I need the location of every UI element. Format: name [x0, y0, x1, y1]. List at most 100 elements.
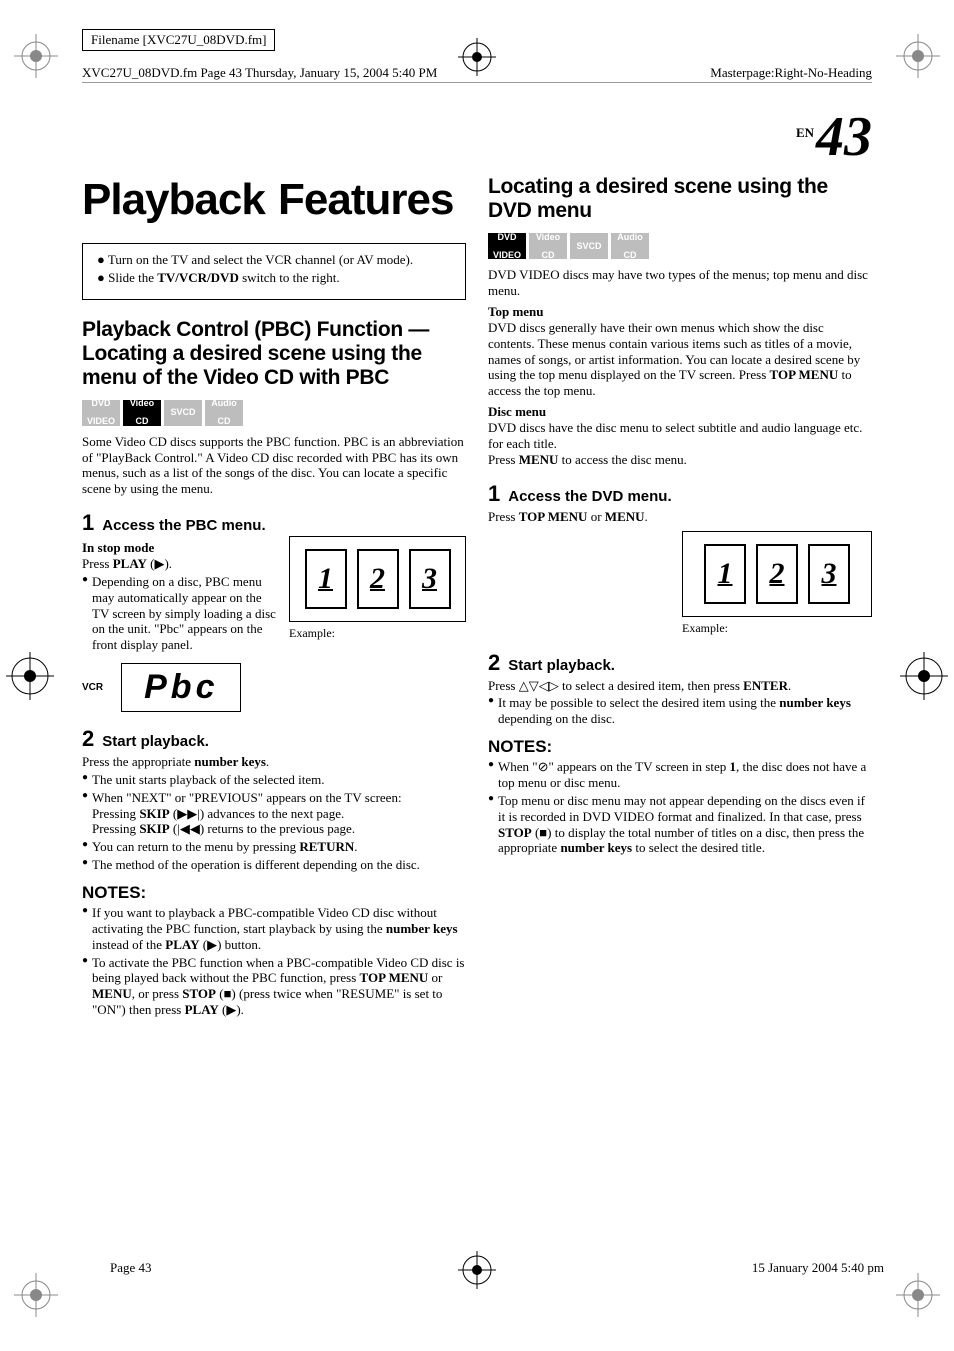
badge-dvd-l2: VIDEO [87, 417, 115, 426]
scene1-num: 1 [318, 562, 333, 596]
filename-text: Filename [XVC27U_08DVD.fm] [91, 32, 266, 47]
badge-audio-cd: Audio CD [205, 400, 243, 426]
badge-audio-cd-r: AudioCD [611, 233, 649, 259]
pbc-s1-press: Press PLAY (▶). [82, 556, 277, 572]
badge-acd-l2: CD [211, 417, 237, 426]
dvd-badges: DVDVIDEO VideoCD SVCD AudioCD [488, 233, 872, 259]
lcd-display: Pbc [121, 663, 241, 712]
pbc-example-caption: Example: [289, 626, 466, 641]
left-column: Playback Features Turn on the TV and sel… [82, 175, 466, 1018]
top-menu-header: Top menu [488, 304, 872, 320]
dvd-section-title: Locating a desired scene using the DVD m… [488, 175, 872, 223]
footer-date: 15 January 2004 5:40 pm [752, 1260, 884, 1276]
dvd-s1-e: . [645, 509, 648, 524]
dvd-s2-press: Press △▽◁▷ to select a desired item, the… [488, 678, 872, 694]
pbc-notes-header: NOTES: [82, 883, 466, 903]
intro-b2b: TV/VCR/DVD [157, 270, 239, 285]
intro-b2a: Slide the [108, 270, 157, 285]
pbc-s2-b2: When "NEXT" or "PREVIOUS" appears on the… [82, 790, 466, 806]
dvd-n2b: STOP [498, 825, 532, 840]
dvd-step-1: 1 Access the DVD menu. [488, 481, 872, 507]
disc-menu-p2: Press MENU to access the disc menu. [488, 452, 872, 468]
pbc-s2-b2a-c: (▶▶|) advances to the next page. [170, 806, 345, 821]
badge-dvd-l1: DVD [87, 399, 115, 408]
badge-vcd-l2: CD [130, 417, 154, 426]
pbc-n2i: (▶). [219, 1002, 244, 1017]
masterpage-text: Masterpage:Right-No-Heading [710, 65, 872, 81]
dvd-s2-b: ENTER [743, 678, 788, 693]
dvd-s2-b1: It may be possible to select the desired… [488, 695, 872, 727]
scene-1: 1 [305, 549, 347, 609]
badge-svcd: SVCD [164, 400, 202, 426]
pbc-n1b: number keys [386, 921, 458, 936]
dvd-scene2-num: 2 [770, 557, 785, 591]
dvd-s2-b1b: number keys [779, 695, 851, 710]
dvd-top-b: TOP MENU [770, 367, 839, 382]
dvd-s1-a: Press [488, 509, 519, 524]
dvd-disc-p2a: Press [488, 452, 519, 467]
pbc-note-1: If you want to playback a PBC-compatible… [82, 905, 466, 953]
pbc-s2-b2b-b: SKIP [139, 821, 169, 836]
dvd-scene-3: 3 [808, 544, 850, 604]
intro-bullet-1: Turn on the TV and select the VCR channe… [97, 252, 451, 268]
step2-title: Start playback. [102, 733, 209, 750]
intro-b1-text: Turn on the TV and select the VCR channe… [108, 252, 413, 267]
lcd-row: VCR Pbc [82, 663, 466, 712]
right-column: Locating a desired scene using the DVD m… [488, 175, 872, 1018]
dvd-scene3-num: 3 [822, 557, 837, 591]
step1-num: 1 [82, 510, 94, 536]
dvd-disc-p2c: to access the disc menu. [558, 452, 687, 467]
dvd-step-2: 2 Start playback. [488, 650, 872, 676]
pbc-s2-press-a: Press the appropriate [82, 754, 194, 769]
dvd-scene-1: 1 [704, 544, 746, 604]
pbc-s2-b2b-a: Pressing [92, 821, 139, 836]
badge-video-cd: Video CD [123, 400, 161, 426]
scene-2: 2 [357, 549, 399, 609]
dvd-s1-d: MENU [605, 509, 645, 524]
pbc-badges: DVD VIDEO Video CD SVCD Audio CD [82, 400, 466, 426]
pbc-n2c: or [428, 970, 442, 985]
dvd-disc-p2b: MENU [519, 452, 559, 467]
pbc-s2-press: Press the appropriate number keys. [82, 754, 466, 770]
pbc-example-box: 1 2 3 [289, 536, 466, 622]
pbc-s2-b2b: Pressing SKIP (|◀◀) returns to the previ… [82, 821, 466, 837]
pbc-n2e: , or press [132, 986, 183, 1001]
dvd-notes-header: NOTES: [488, 737, 872, 757]
dvd-step1-num: 1 [488, 481, 500, 507]
badge-vcd-l1: Video [130, 399, 154, 408]
crop-mark-bl [14, 1273, 58, 1317]
intro-box: Turn on the TV and select the VCR channe… [82, 243, 466, 300]
dvd-n2d: number keys [560, 840, 632, 855]
pbc-step-2: 2 Start playback. [82, 726, 466, 752]
footer-page: Page 43 [110, 1260, 152, 1276]
badge-dvd-video-r: DVDVIDEO [488, 233, 526, 259]
file-header-line: XVC27U_08DVD.fm Page 43 Thursday, Januar… [82, 65, 872, 83]
main-title: Playback Features [82, 175, 466, 225]
dvd-n1a: When "⊘" appears on the TV screen in ste… [498, 759, 730, 774]
step2-num: 2 [82, 726, 94, 752]
pbc-desc: Some Video CD discs supports the PBC fun… [82, 434, 466, 496]
lcd-label: VCR [82, 682, 103, 693]
dvd-s1-press: Press TOP MENU or MENU. [488, 509, 872, 525]
dvd-desc: DVD VIDEO discs may have two types of th… [488, 267, 872, 298]
dvd-example-box: 1 2 3 [682, 531, 872, 617]
registration-left [6, 652, 54, 700]
scene-3: 3 [409, 549, 451, 609]
dvd-s2-b1a: It may be possible to select the desired… [498, 695, 779, 710]
badge-svcd-r-text: SVCD [576, 242, 601, 251]
badge-video-cd-r: VideoCD [529, 233, 567, 259]
badge-dvd-r-l1: DVD [493, 233, 521, 242]
step1-title: Access the PBC menu. [102, 517, 265, 534]
scene2-num: 2 [370, 562, 385, 596]
pbc-s1-press-c: (▶). [147, 556, 172, 571]
badge-acd-l1: Audio [211, 399, 237, 408]
dvd-scene1-num: 1 [718, 557, 733, 591]
pbc-n2d: MENU [92, 986, 132, 1001]
dvd-n2e: to select the desired title. [632, 840, 765, 855]
filename-box: Filename [XVC27U_08DVD.fm] [82, 29, 275, 51]
pbc-s2-b2a-b: SKIP [139, 806, 169, 821]
page-number-en: EN [796, 125, 814, 140]
dvd-note-1: When "⊘" appears on the TV screen in ste… [488, 759, 872, 791]
crop-mark-br [896, 1273, 940, 1317]
pbc-s2-b2b-c: (|◀◀) returns to the previous page. [170, 821, 355, 836]
